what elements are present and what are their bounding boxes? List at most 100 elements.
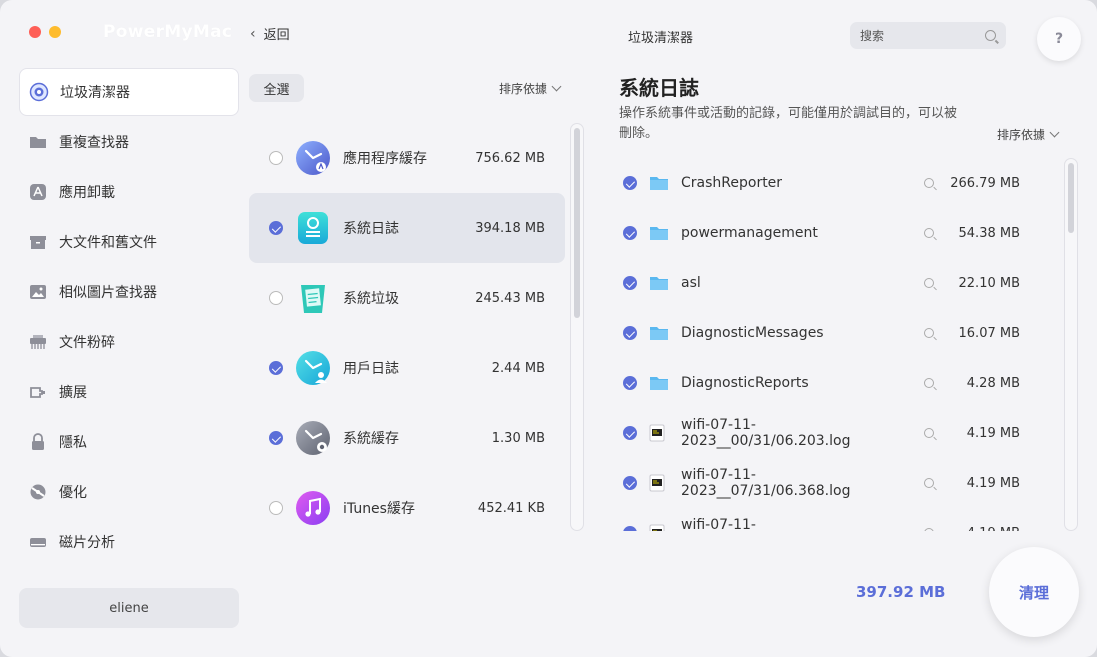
file-checkbox[interactable] [623, 376, 637, 390]
reveal-search-icon[interactable] [924, 428, 934, 438]
reveal-search-icon[interactable] [924, 478, 934, 488]
extension-plug-icon [27, 381, 49, 403]
category-name: 應用程序緩存 [343, 151, 427, 167]
file-name: DiagnosticMessages [681, 325, 824, 341]
category-row[interactable]: 應用程序緩存 756.62 MB [249, 123, 565, 193]
file-size: 16.07 MB [958, 325, 1020, 341]
sidebar-item-label: 垃圾清潔器 [60, 85, 130, 101]
detail-description: 操作系統事件或活動的記錄，可能僅用於調試目的，可以被刪除。 [619, 106, 958, 141]
scrollbar-thumb[interactable] [1068, 163, 1074, 233]
reveal-search-icon[interactable] [924, 528, 934, 531]
category-size: 245.43 MB [475, 290, 545, 306]
junk-cleaner-icon [28, 81, 50, 103]
file-size: 22.10 MB [958, 275, 1020, 291]
file-checkbox[interactable] [623, 326, 637, 340]
file-checkbox[interactable] [623, 276, 637, 290]
file-list-scrollbar[interactable] [1064, 158, 1078, 531]
file-size: 4.19 MB [966, 475, 1020, 491]
archive-box-icon [27, 231, 49, 253]
user-account-button[interactable]: eliene [19, 588, 239, 628]
file-list: CrashReporter 266.79 MB powermanagement 54.… [610, 158, 1050, 531]
search-input[interactable]: 搜索 [850, 22, 1006, 49]
sidebar-item[interactable]: 應用卸載 [19, 168, 239, 216]
sort-dropdown-middle[interactable]: 排序依據 [499, 80, 562, 97]
file-checkbox[interactable] [623, 176, 637, 190]
file-name: wifi-07-11-2023__07/31/06.368.log [681, 467, 851, 499]
file-row[interactable]: wifi-07-11-2023__07/31/06.368.log 4.19 MB [610, 458, 1050, 508]
sidebar-item[interactable]: 垃圾清潔器 [19, 68, 239, 116]
scrollbar-thumb[interactable] [574, 128, 580, 318]
category-row[interactable]: iTunes緩存 452.41 KB [249, 473, 565, 543]
sidebar-item-label: 重複查找器 [59, 135, 129, 151]
app-store-icon [27, 181, 49, 203]
reveal-search-icon[interactable] [924, 328, 934, 338]
clean-button[interactable]: 清理 [989, 547, 1079, 637]
app-window: PowerMyMac ‹ 返回 垃圾清潔器 搜索 ? 垃圾清潔器 重複查找器 應用卸… [0, 0, 1097, 657]
chevron-down-icon [1049, 127, 1060, 138]
file-checkbox[interactable] [623, 226, 637, 240]
file-row[interactable]: CrashReporter 266.79 MB [610, 158, 1050, 208]
close-window-button[interactable] [29, 26, 41, 38]
category-checkbox[interactable] [269, 151, 283, 165]
file-checkbox[interactable] [623, 526, 637, 531]
file-row[interactable]: asl 22.10 MB [610, 258, 1050, 308]
sidebar-item[interactable]: 磁片分析 [19, 518, 239, 566]
reveal-search-icon[interactable] [924, 178, 934, 188]
sidebar-item[interactable]: 隱私 [19, 418, 239, 466]
category-row[interactable]: 系統日誌 394.18 MB [249, 193, 565, 263]
sidebar-item[interactable]: 擴展 [19, 368, 239, 416]
category-row[interactable]: 用戶日誌 2.44 MB [249, 333, 565, 403]
lock-icon [27, 431, 49, 453]
file-size: 266.79 MB [950, 175, 1020, 191]
category-size: 452.41 KB [477, 500, 545, 516]
back-button[interactable]: ‹ 返回 [250, 24, 290, 44]
category-checkbox[interactable] [269, 221, 283, 235]
system-cache-icon [295, 420, 331, 456]
category-checkbox[interactable] [269, 291, 283, 305]
folder-icon [649, 324, 669, 342]
file-row[interactable]: DiagnosticMessages 16.07 MB [610, 308, 1050, 358]
image-icon [27, 281, 49, 303]
file-row[interactable]: DiagnosticReports 4.28 MB [610, 358, 1050, 408]
file-row[interactable]: wifi-07-11-2023__00/31/06.203.log 4.19 MB [610, 408, 1050, 458]
category-name: iTunes緩存 [343, 501, 415, 517]
category-list-scrollbar[interactable] [570, 123, 584, 531]
sidebar-item[interactable]: 相似圖片查找器 [19, 268, 239, 316]
file-checkbox[interactable] [623, 476, 637, 490]
sort-label: 排序依據 [997, 128, 1046, 142]
select-all-button[interactable]: 全選 [249, 74, 304, 102]
total-size: 397.92 MB [856, 583, 946, 601]
file-checkbox[interactable] [623, 426, 637, 440]
log-file-icon [649, 524, 669, 531]
sort-dropdown-detail[interactable]: 排序依據 [997, 126, 1060, 143]
reveal-search-icon[interactable] [924, 378, 934, 388]
sidebar-item-label: 擴展 [59, 385, 87, 401]
file-name: DiagnosticReports [681, 375, 809, 391]
file-row[interactable]: wifi-07-11-2023__16/31/06.727.log 4.19 MB [610, 508, 1050, 531]
minimize-window-button[interactable] [49, 26, 61, 38]
category-checkbox[interactable] [269, 361, 283, 375]
category-checkbox[interactable] [269, 431, 283, 445]
sidebar-item[interactable]: 文件粉碎 [19, 318, 239, 366]
sidebar-item[interactable]: 重複查找器 [19, 118, 239, 166]
sidebar-item[interactable]: 大文件和舊文件 [19, 218, 239, 266]
sidebar-item-label: 相似圖片查找器 [59, 285, 157, 301]
category-name: 系統日誌 [343, 221, 399, 237]
file-size: 4.19 MB [934, 526, 1020, 532]
file-row[interactable]: powermanagement 54.38 MB [610, 208, 1050, 258]
sidebar-item[interactable]: 優化 [19, 468, 239, 516]
reveal-search-icon[interactable] [924, 228, 934, 238]
sort-label: 排序依據 [499, 82, 548, 96]
folder-icon [649, 224, 669, 242]
reveal-search-icon[interactable] [924, 278, 934, 288]
window-title: 垃圾清潔器 [628, 31, 694, 46]
help-button[interactable]: ? [1037, 17, 1081, 61]
detail-title: 系統日誌 [619, 76, 699, 100]
category-size: 756.62 MB [475, 150, 545, 166]
sidebar-item-label: 應用卸載 [59, 185, 115, 201]
category-checkbox[interactable] [269, 501, 283, 515]
sidebar-item-label: 大文件和舊文件 [59, 235, 157, 251]
category-row[interactable]: 系統垃圾 245.43 MB [249, 263, 565, 333]
category-row[interactable]: 系統緩存 1.30 MB [249, 403, 565, 473]
search-icon [985, 30, 996, 41]
